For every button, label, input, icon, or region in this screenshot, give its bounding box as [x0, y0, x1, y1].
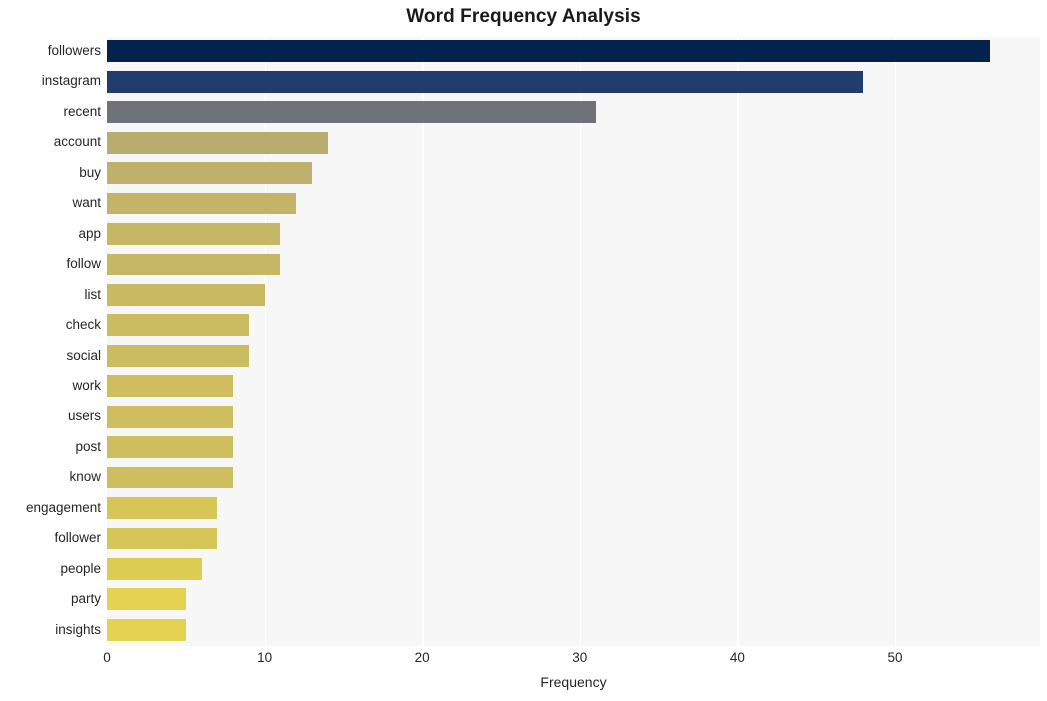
y-tick-check: check — [65, 317, 101, 333]
bar-row[interactable] — [107, 281, 1040, 310]
bar-instagram[interactable] — [107, 70, 864, 93]
word-frequency-chart: Word Frequency Analysis followers instagr… — [0, 0, 1047, 701]
bar-row[interactable] — [107, 67, 1040, 96]
bar-know[interactable] — [107, 466, 234, 489]
bar-recent[interactable] — [107, 101, 596, 124]
x-axis-title: Frequency — [540, 674, 607, 690]
y-tick-know: know — [69, 469, 101, 485]
bar-row[interactable] — [107, 402, 1040, 431]
y-tick-users: users — [67, 408, 101, 424]
y-tick-instagram: instagram — [41, 73, 101, 89]
y-tick-work: work — [72, 377, 101, 393]
bar-row[interactable] — [107, 220, 1040, 249]
bar-users[interactable] — [107, 405, 234, 428]
bar-party[interactable] — [107, 588, 186, 611]
y-tick-buy: buy — [79, 164, 101, 180]
bar-row[interactable] — [107, 585, 1040, 614]
y-tick-party: party — [70, 591, 101, 607]
x-tick-30: 30 — [572, 650, 588, 665]
y-tick-insights: insights — [55, 621, 101, 637]
bar-want[interactable] — [107, 192, 297, 215]
bar-insights[interactable] — [107, 618, 186, 641]
y-tick-people: people — [60, 560, 101, 576]
bar-row[interactable] — [107, 555, 1040, 584]
bar-row[interactable] — [107, 524, 1040, 553]
bar-row[interactable] — [107, 37, 1040, 66]
bar-work[interactable] — [107, 375, 234, 398]
bar-check[interactable] — [107, 314, 249, 337]
bar-account[interactable] — [107, 131, 328, 154]
y-tick-post: post — [75, 438, 101, 454]
bar-row[interactable] — [107, 189, 1040, 218]
bar-buy[interactable] — [107, 162, 312, 184]
bar-row[interactable] — [107, 311, 1040, 340]
bar-row[interactable] — [107, 616, 1040, 645]
bar-row[interactable] — [107, 433, 1040, 462]
x-tick-50: 50 — [887, 650, 903, 665]
bar-app[interactable] — [107, 223, 281, 245]
bar-engagement[interactable] — [107, 497, 218, 519]
y-tick-list: list — [84, 286, 102, 302]
bar-followers[interactable] — [107, 40, 990, 63]
y-tick-follower: follower — [54, 530, 101, 546]
bar-row[interactable] — [107, 372, 1040, 401]
bar-post[interactable] — [107, 436, 234, 459]
bar-row[interactable] — [107, 98, 1040, 127]
x-tick-40: 40 — [729, 650, 745, 665]
bar-row[interactable] — [107, 463, 1040, 492]
bar-people[interactable] — [107, 558, 202, 580]
chart-title: Word Frequency Analysis — [406, 6, 641, 27]
y-tick-engagement: engagement — [25, 499, 101, 515]
bar-social[interactable] — [107, 344, 249, 367]
y-axis-tick-labels: followers instagram recent account buy want ap… — [0, 37, 101, 646]
bar-follow[interactable] — [107, 253, 281, 276]
bar-row[interactable] — [107, 250, 1040, 279]
y-tick-social: social — [66, 347, 101, 363]
y-tick-app: app — [78, 225, 101, 241]
x-tick-20: 20 — [414, 650, 430, 665]
bar-row[interactable] — [107, 159, 1040, 188]
x-axis-tick-labels: 0 10 20 30 40 50 — [0, 650, 1047, 672]
bar-row[interactable] — [107, 342, 1040, 371]
y-tick-recent: recent — [63, 103, 101, 119]
y-tick-account: account — [53, 134, 101, 150]
y-tick-followers: followers — [47, 43, 101, 58]
y-tick-follow: follow — [66, 256, 101, 272]
bar-list[interactable] — [107, 283, 265, 306]
x-tick-0: 0 — [103, 650, 111, 665]
x-tick-10: 10 — [257, 650, 273, 665]
bars-layer — [107, 37, 1040, 646]
bar-follower[interactable] — [107, 527, 218, 550]
bar-row[interactable] — [107, 128, 1040, 157]
bar-row[interactable] — [107, 494, 1040, 523]
y-tick-want: want — [72, 195, 101, 211]
